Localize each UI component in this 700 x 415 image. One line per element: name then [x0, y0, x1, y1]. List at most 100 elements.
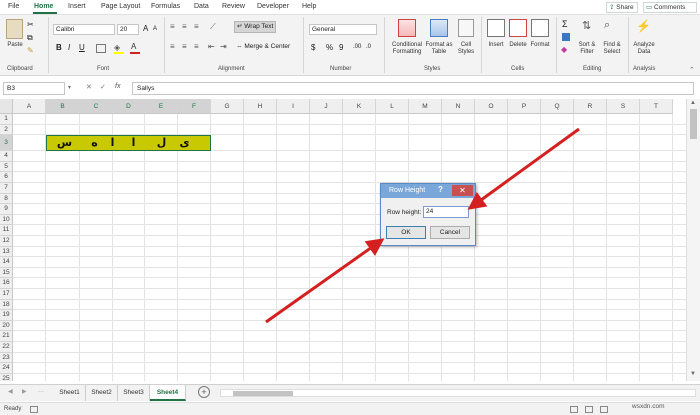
analyze-data-icon[interactable]: ⚡: [636, 19, 651, 33]
align-left-icon[interactable]: ≡: [170, 42, 175, 51]
row-header-8[interactable]: 8: [0, 193, 13, 205]
italic-button[interactable]: I: [68, 43, 70, 52]
row-header-7[interactable]: 7: [0, 183, 13, 194]
select-all-corner[interactable]: [0, 99, 13, 114]
font-size-select[interactable]: 20: [117, 24, 139, 35]
align-right-icon[interactable]: ≡: [194, 42, 199, 51]
share-button[interactable]: ⇪ Share: [606, 2, 638, 13]
paste-icon[interactable]: [6, 19, 23, 39]
fill-icon[interactable]: [562, 33, 570, 41]
insert-cells-icon[interactable]: [487, 19, 505, 37]
percent-format-icon[interactable]: %: [326, 43, 333, 52]
clear-icon[interactable]: ◆: [561, 45, 567, 54]
copy-icon[interactable]: ⧉: [27, 33, 33, 43]
menu-developer[interactable]: Developer: [257, 3, 289, 10]
dialog-title-bar[interactable]: Row Height ? ✕: [381, 184, 475, 198]
menu-review[interactable]: Review: [222, 3, 245, 10]
collapse-ribbon-icon[interactable]: ⌃: [689, 66, 695, 74]
cell-f3[interactable]: ى: [168, 136, 201, 150]
increase-decimal-icon[interactable]: .00: [353, 44, 361, 50]
conditional-formatting-icon[interactable]: [398, 19, 416, 37]
row-header-19[interactable]: 19: [0, 310, 13, 321]
align-middle-icon[interactable]: ≡: [182, 22, 187, 31]
align-top-icon[interactable]: ≡: [170, 22, 175, 31]
column-header-q[interactable]: Q: [541, 99, 574, 114]
cut-icon[interactable]: ✂: [27, 20, 34, 29]
delete-cells-icon[interactable]: [509, 19, 527, 37]
menu-formulas[interactable]: Formulas: [151, 3, 180, 10]
column-header-r[interactable]: R: [574, 99, 607, 114]
underline-button[interactable]: U: [79, 43, 85, 52]
grow-font-icon[interactable]: A: [143, 24, 148, 33]
column-header-f[interactable]: F: [178, 99, 211, 114]
sheet-tab-sheet4[interactable]: Sheet4: [150, 385, 186, 401]
column-header-l[interactable]: L: [376, 99, 409, 114]
page-break-view-icon[interactable]: [600, 406, 608, 413]
horizontal-scrollbar[interactable]: [220, 389, 696, 397]
ok-button[interactable]: OK: [386, 226, 426, 239]
next-sheet-icon[interactable]: ▶: [22, 388, 27, 395]
column-header-t[interactable]: T: [640, 99, 673, 114]
comments-button[interactable]: ▭ Comments: [643, 2, 697, 13]
bold-button[interactable]: B: [56, 43, 62, 52]
comma-format-icon[interactable]: 9: [339, 43, 343, 52]
increase-indent-icon[interactable]: ⇥: [220, 42, 227, 51]
row-header-22[interactable]: 22: [0, 342, 13, 353]
find-select-icon[interactable]: ⌕: [604, 19, 610, 32]
menu-data[interactable]: Data: [194, 3, 209, 10]
page-layout-view-icon[interactable]: [585, 406, 593, 413]
macro-record-icon[interactable]: [30, 406, 38, 413]
column-header-g[interactable]: G: [211, 99, 244, 114]
row-header-14[interactable]: 14: [0, 257, 13, 268]
column-header-m[interactable]: M: [409, 99, 442, 114]
sheet-tab-sheet1[interactable]: Sheet1: [54, 385, 86, 401]
sheet-tab-sheet3[interactable]: Sheet3: [118, 385, 150, 401]
column-header-k[interactable]: K: [343, 99, 376, 114]
row-header-11[interactable]: 11: [0, 225, 13, 236]
row-header-10[interactable]: 10: [0, 214, 13, 226]
column-header-n[interactable]: N: [442, 99, 475, 114]
vertical-scroll-thumb[interactable]: [690, 109, 697, 139]
row-header-24[interactable]: 24: [0, 363, 13, 374]
currency-format-icon[interactable]: $: [311, 43, 315, 52]
cancel-entry-icon[interactable]: ✕: [86, 83, 92, 91]
row-header-25[interactable]: 25: [0, 373, 13, 381]
font-color-icon[interactable]: A: [131, 42, 136, 51]
menu-home[interactable]: Home: [34, 3, 53, 10]
row-header-17[interactable]: 17: [0, 289, 13, 300]
column-header-e[interactable]: E: [145, 99, 178, 114]
row-header-21[interactable]: 21: [0, 331, 13, 342]
borders-icon[interactable]: [96, 44, 106, 53]
horizontal-scroll-thumb[interactable]: [233, 391, 293, 396]
prev-sheet-icon[interactable]: ◀: [8, 388, 13, 395]
format-painter-icon[interactable]: ✎: [27, 46, 34, 55]
format-cells-icon[interactable]: [531, 19, 549, 37]
normal-view-icon[interactable]: [570, 406, 578, 413]
column-header-j[interactable]: J: [310, 99, 343, 114]
row-header-3[interactable]: 3: [0, 135, 13, 152]
decrease-decimal-icon[interactable]: .0: [366, 44, 371, 50]
merge-center-button[interactable]: ⇔ Merge & Center: [236, 43, 290, 50]
shrink-font-icon[interactable]: A: [153, 26, 157, 32]
row-header-6[interactable]: 6: [0, 172, 13, 183]
column-header-i[interactable]: I: [277, 99, 310, 114]
row-header-5[interactable]: 5: [0, 161, 13, 173]
sheet-tab-sheet2[interactable]: Sheet2: [86, 385, 118, 401]
number-format-select[interactable]: General: [309, 24, 377, 35]
insert-function-icon[interactable]: fx: [115, 83, 120, 90]
row-header-18[interactable]: 18: [0, 299, 13, 311]
name-box-dropdown-icon[interactable]: ▾: [68, 84, 71, 91]
row-header-20[interactable]: 20: [0, 320, 13, 332]
align-bottom-icon[interactable]: ≡: [194, 22, 199, 31]
column-header-b[interactable]: B: [46, 99, 80, 114]
cell-b3[interactable]: س: [48, 136, 81, 150]
more-sheets-icon[interactable]: …: [38, 388, 44, 394]
add-sheet-button[interactable]: +: [198, 386, 210, 398]
name-box[interactable]: B3: [3, 82, 65, 95]
sort-filter-icon[interactable]: ⇅: [582, 19, 591, 32]
column-header-o[interactable]: O: [475, 99, 508, 114]
scroll-down-icon[interactable]: ▼: [690, 371, 696, 377]
row-header-16[interactable]: 16: [0, 278, 13, 289]
formula-input[interactable]: Sallys: [132, 82, 694, 95]
font-name-select[interactable]: Calibri: [53, 24, 115, 35]
